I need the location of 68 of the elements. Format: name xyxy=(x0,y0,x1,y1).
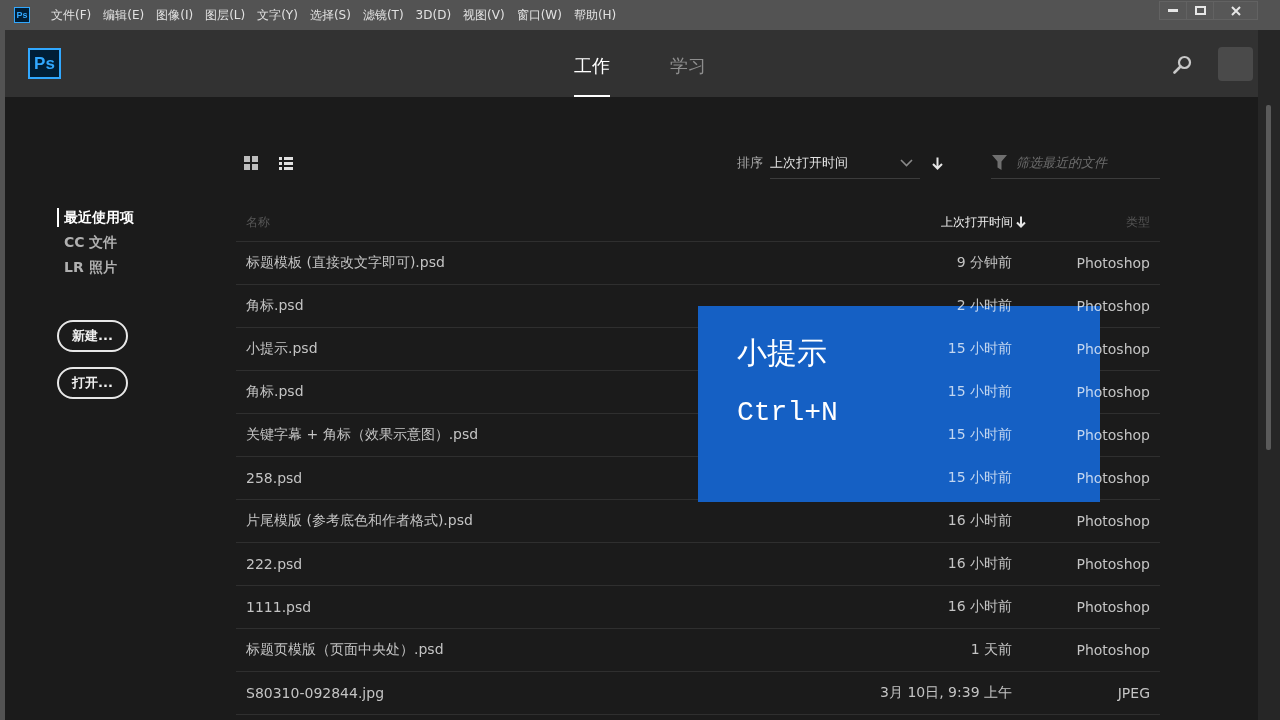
menu-item[interactable]: 文件(F) xyxy=(51,6,92,24)
file-type: Photoshop xyxy=(1076,556,1151,572)
modified-time: 15 小时前 xyxy=(947,383,1012,401)
modified-time: 16 小时前 xyxy=(947,555,1012,573)
modified-time: 16 小时前 xyxy=(947,512,1012,530)
menu-item[interactable]: 滤镜(T) xyxy=(362,6,404,24)
sidebar-item[interactable]: 最近使用项 xyxy=(57,208,134,227)
minimize-button[interactable] xyxy=(1159,1,1187,20)
menu-item[interactable]: 选择(S) xyxy=(309,6,351,24)
search-icon[interactable] xyxy=(1173,55,1192,74)
file-name[interactable]: 标题页模版（页面中央处）.psd xyxy=(236,641,444,659)
close-button[interactable] xyxy=(1213,1,1258,20)
open-button[interactable]: 打开... xyxy=(57,367,128,399)
sidebar-item[interactable]: CC 文件 xyxy=(57,230,118,255)
minimize-icon xyxy=(1168,9,1178,12)
menu-item[interactable]: 窗口(W) xyxy=(516,6,562,24)
close-icon xyxy=(1230,5,1241,16)
modified-time: 15 小时前 xyxy=(947,426,1012,444)
sort-label: 排序 xyxy=(737,154,763,172)
file-name[interactable]: 标题模板 (直接改文字即可).psd xyxy=(236,254,445,272)
file-name[interactable]: 角标.psd xyxy=(236,383,304,401)
sidebar-item[interactable]: LR 照片 xyxy=(57,255,117,280)
sort-arrow-icon xyxy=(1016,216,1026,228)
menu-item[interactable]: 图像(I) xyxy=(156,6,194,24)
file-name[interactable]: 258.psd xyxy=(236,470,303,486)
maximize-icon xyxy=(1194,6,1206,15)
file-name[interactable]: 片尾模版 (参考底色和作者格式).psd xyxy=(236,512,473,530)
modified-time: 15 小时前 xyxy=(947,469,1012,487)
menu-item[interactable]: 3D(D) xyxy=(415,8,452,22)
grid-view-icon[interactable] xyxy=(244,156,258,170)
file-name[interactable]: 小提示.psd xyxy=(236,340,318,358)
modified-time: 1 天前 xyxy=(970,641,1012,659)
app-logo: Ps xyxy=(14,7,30,23)
list-view-icon[interactable] xyxy=(279,156,293,170)
filter-icon xyxy=(992,155,1007,170)
sort-dropdown[interactable]: 上次打开时间 xyxy=(770,147,920,179)
modified-time: 16 小时前 xyxy=(947,598,1012,616)
maximize-button[interactable] xyxy=(1186,1,1214,20)
menu-item[interactable]: 编辑(E) xyxy=(103,6,145,24)
filter-field[interactable]: 筛选最近的文件 xyxy=(991,147,1160,179)
file-name[interactable]: 关键字幕 + 角标（效果示意图）.psd xyxy=(236,426,479,444)
menu-item[interactable]: 文字(Y) xyxy=(257,6,298,24)
file-name[interactable]: 角标.psd xyxy=(236,297,304,315)
sort-direction-icon[interactable] xyxy=(932,156,943,170)
column-header[interactable]: 上次打开时间 xyxy=(812,213,1012,231)
app-logo: Ps xyxy=(28,48,61,79)
tip-title: 小提示 xyxy=(737,334,827,372)
file-type: Photoshop xyxy=(1076,255,1151,271)
file-type: JPEG xyxy=(1117,685,1151,701)
file-type: Photoshop xyxy=(1076,599,1151,615)
modified-time: 15 小时前 xyxy=(947,340,1012,358)
file-name[interactable]: 222.psd xyxy=(236,556,303,572)
tip-shortcut: Ctrl+N xyxy=(737,396,838,430)
tab[interactable]: 工作 xyxy=(574,30,610,97)
file-name[interactable]: S80310-092844.jpg xyxy=(236,685,385,701)
menu-item[interactable]: 视图(V) xyxy=(463,6,505,24)
file-type: Photoshop xyxy=(1076,642,1151,658)
file-type: Photoshop xyxy=(1076,513,1151,529)
modified-time: 9 分钟前 xyxy=(956,254,1012,272)
menu-item[interactable]: 帮助(H) xyxy=(573,6,617,24)
modified-time: 3月 10日, 9:39 上午 xyxy=(880,684,1012,702)
file-name[interactable]: 1111.psd xyxy=(236,599,312,615)
file-type: Photoshop xyxy=(1076,298,1151,314)
scrollbar-thumb[interactable] xyxy=(1266,105,1271,450)
chevron-down-icon xyxy=(900,158,913,167)
tab[interactable]: 学习 xyxy=(670,30,706,97)
new-button[interactable]: 新建... xyxy=(57,320,128,352)
menu-item[interactable]: 图层(L) xyxy=(205,6,246,24)
